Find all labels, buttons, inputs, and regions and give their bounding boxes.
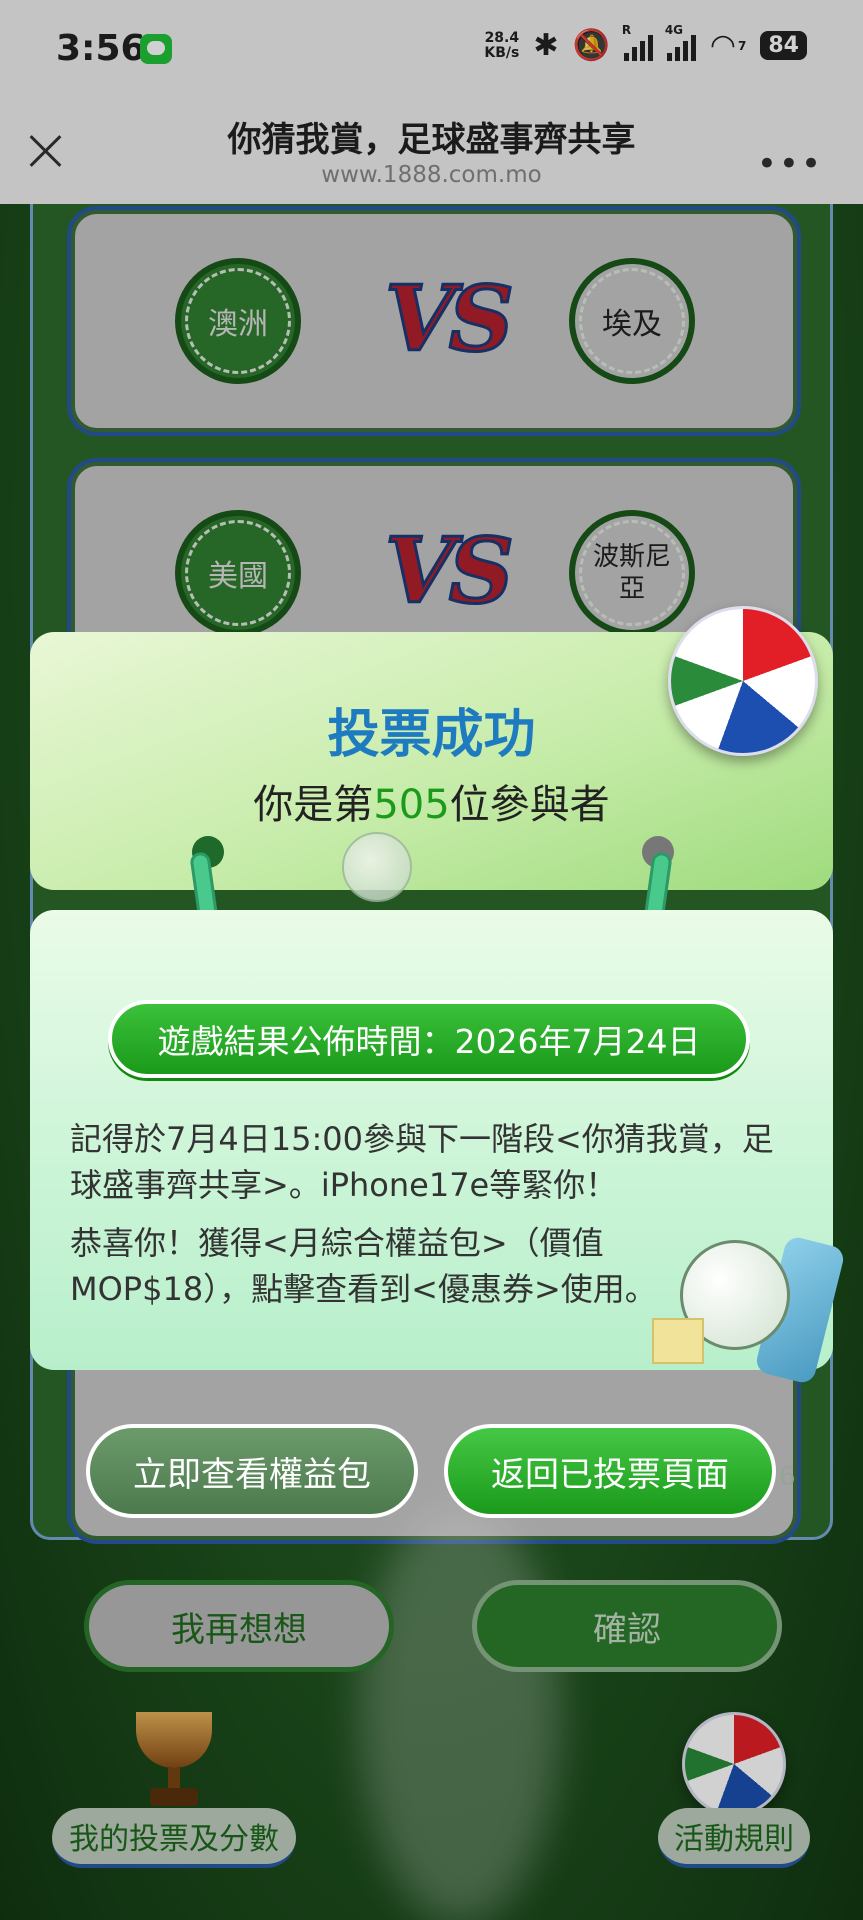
team-away-label: 波斯尼亞 [592,542,671,604]
signal-4g-icon: 4G [665,23,696,61]
participant-prefix: 你是第 [253,782,374,828]
back-to-voted-button[interactable]: 返回已投票頁面 [444,1424,776,1518]
team-away-label: 埃及 [602,307,662,342]
participant-line: 你是第505位參與者 [30,772,833,830]
mute-bell-icon: 🔕 [572,28,610,63]
team-home-label: 美國 [208,559,268,594]
result-date-pill: 遊戲結果公佈時間：2026年7月24日 [108,1000,750,1078]
vs-label: VS [384,265,516,374]
rethink-button[interactable]: 我再想想 [84,1580,394,1672]
participant-suffix: 位參與者 [449,782,610,828]
view-benefits-button[interactable]: 立即查看權益包 [86,1424,418,1518]
signal-4g-label: 4G [664,22,684,37]
small-football-icon [342,832,412,902]
partial-count-text: 6 [779,1462,796,1492]
gift-box-icon [652,1318,704,1364]
page-url: www.1888.com.mo [321,162,542,188]
status-time: 3:56 [56,28,146,69]
network-speed-value: 28.4 [484,29,520,46]
team-home-button[interactable]: 澳洲 [175,258,301,384]
status-icons: 28.4 KB/s ✱ 🔕 R 4G ◠ 7 84 [484,23,807,63]
trophy-icon[interactable] [124,1712,224,1808]
match-card[interactable]: 澳洲 VS 埃及 [71,210,797,432]
next-stage-text: 記得於7月4日15:00參與下一階段<你猜我賞，足球盛事齊共享>。iPhone1… [70,1120,774,1204]
vs-label: VS [384,517,516,626]
confirm-button[interactable]: 確認 [472,1580,782,1672]
more-options-icon[interactable]: ••• [757,144,823,184]
reward-text: 恭喜你！獲得<月綜合權益包>（價值MOP$18），點擊查看到<優惠券>使用。 [70,1224,657,1308]
message-app-icon [140,34,172,64]
signal-r-icon: R [622,23,653,61]
participant-number: 505 [373,782,450,828]
title-bar: 你猜我賞，足球盛事齊共享 www.1888.com.mo ••• [0,100,863,204]
team-home-button[interactable]: 美國 [175,510,301,636]
status-bar: 3:56 28.4 KB/s ✱ 🔕 R 4G ◠ 7 84 [0,0,863,100]
wifi-icon: ◠ [709,28,737,63]
my-votes-button[interactable]: 我的投票及分數 [52,1808,296,1868]
signal-r-label: R [621,22,632,37]
rules-football-icon[interactable] [682,1712,786,1816]
team-away-button[interactable]: 波斯尼亞 [569,510,695,636]
football-icon [668,606,818,756]
team-away-button[interactable]: 埃及 [569,258,695,384]
bluetooth-icon: ✱ [533,28,559,63]
wifi-number: 7 [738,38,747,53]
network-speed-unit: KB/s [484,44,520,61]
rules-button[interactable]: 活動規則 [658,1808,810,1868]
team-home-label: 澳洲 [208,307,268,342]
battery-indicator: 84 [760,31,807,60]
page-title: 你猜我賞，足球盛事齊共享 [227,120,636,160]
network-speed: 28.4 KB/s [484,29,520,61]
success-popup-body: 遊戲結果公佈時間：2026年7月24日 記得於7月4日15:00參與下一階段<你… [30,910,847,1386]
